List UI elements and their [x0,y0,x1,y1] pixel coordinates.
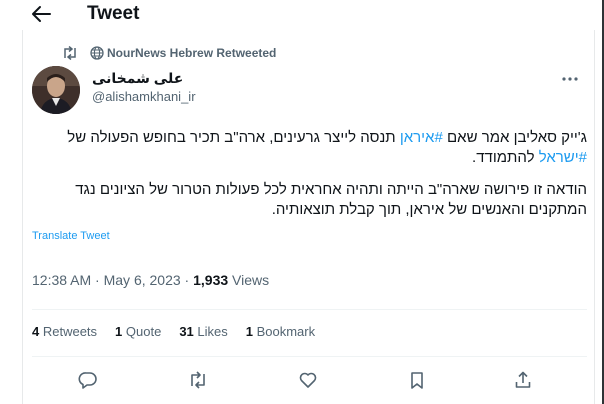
page-header: Tweet [0,0,604,30]
retweet-icon[interactable] [188,370,208,390]
views-label: Views [228,272,270,288]
author-handle[interactable]: @alishamkhani_ir [92,89,196,104]
tweet-date[interactable]: May 6, 2023 [104,272,181,288]
retweet-icon [64,46,76,60]
frame-border-left [22,30,23,404]
meta-separator: · [180,272,194,288]
back-button[interactable] [30,4,52,24]
quotes-stat[interactable]: 1 Quote [115,324,161,339]
author-name[interactable]: علی شمخانی [92,70,183,87]
views-count: 1,933 [193,272,229,288]
hashtag-link[interactable]: #ישראל [539,149,587,166]
bookmarks-stat[interactable]: 1 Bookmark [246,324,315,339]
tweet-paragraph-1: ג'ייק סאליבן אמר שאם #איראן תנסה לייצר ג… [32,128,587,168]
like-icon[interactable] [298,370,318,390]
tweet-meta: 12:38 AM · May 6, 2023 · 1,933 Views [32,272,269,288]
tweet-time[interactable]: 12:38 AM [32,272,91,288]
tweet-actions [32,366,587,394]
more-icon[interactable] [560,72,580,86]
quotes-label: Quote [122,324,162,339]
page-title: Tweet [87,3,140,24]
retweets-stat[interactable]: 4 Retweets [32,324,97,339]
avatar[interactable] [32,66,80,114]
tweet-text-part: ג'ייק סאליבן אמר שאם [442,129,587,146]
globe-icon [90,46,104,60]
retweet-context-label: NourNews Hebrew Retweeted [107,46,277,60]
retweet-context[interactable]: NourNews Hebrew Retweeted [62,44,276,62]
translate-tweet-link[interactable]: Translate Tweet [32,230,110,242]
retweets-label: Retweets [39,324,98,339]
likes-label: Likes [193,324,228,339]
likes-stat[interactable]: 31 Likes [179,324,227,339]
share-icon[interactable] [513,370,533,390]
tweet-paragraph-2: הודאה זו פירושה שארה"ב הייתה ותהיה אחראי… [75,181,587,218]
tweet-text-part: תנסה לייצר גרעינים, ארה"ב תכיר בחופש הפע… [67,129,400,146]
divider [32,356,587,357]
back-arrow-icon [32,6,51,22]
divider [32,309,587,310]
hashtag-link[interactable]: #איראן [400,129,443,146]
tweet-text: ג'ייק סאליבן אמר שאם #איראן תנסה לייצר ג… [32,128,587,232]
tweet-text-part: להתמודד. [472,149,539,166]
bookmarks-label: Bookmark [252,324,316,339]
reply-icon[interactable] [78,370,98,390]
bookmarks-count: 1 [245,324,253,339]
meta-separator: · [91,272,104,288]
tweet-stats: 4 Retweets 1 Quote 31 Likes 1 Bookmark [32,324,333,339]
avatar-photo [32,66,80,114]
bookmark-icon[interactable] [407,370,427,390]
likes-count: 31 [179,324,194,339]
frame-border-right [594,30,595,404]
